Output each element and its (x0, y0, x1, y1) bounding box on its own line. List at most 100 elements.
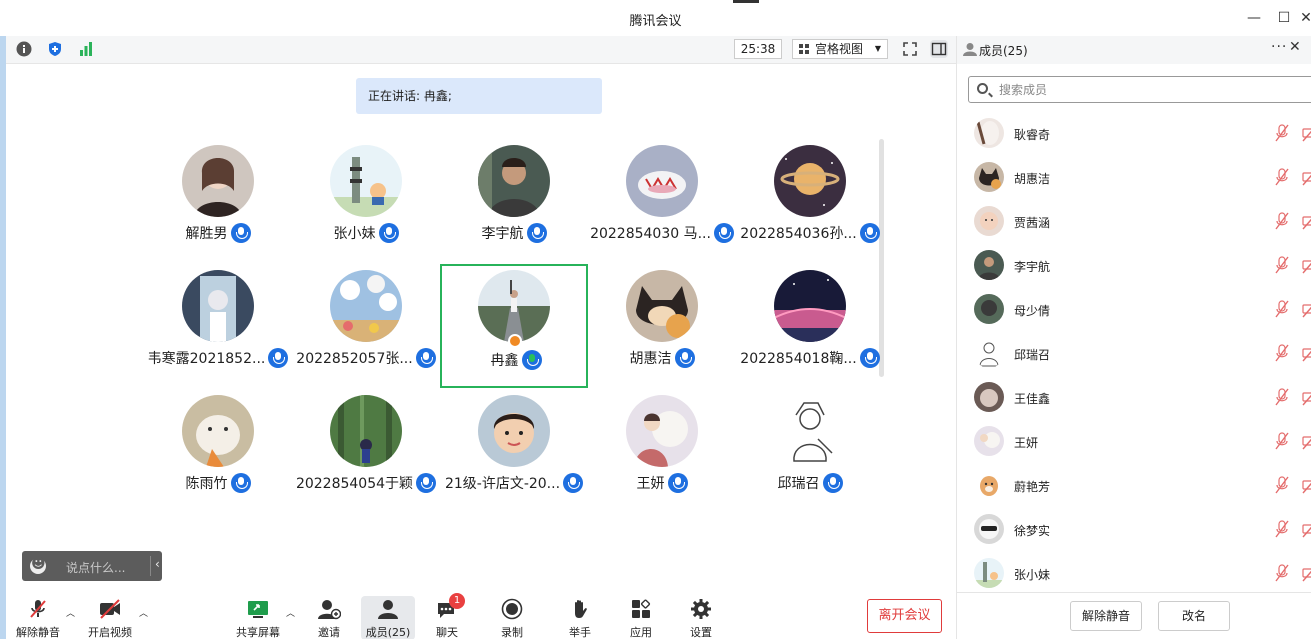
rename-button[interactable]: 改名 (1158, 601, 1230, 631)
chat-button[interactable]: 1 聊天 (432, 593, 465, 639)
member-avatar (974, 206, 1004, 236)
camera-off-icon[interactable] (1302, 124, 1311, 142)
member-name: 耿睿奇 (1014, 128, 1051, 142)
participant-avatar (774, 395, 846, 467)
members-button[interactable]: 成员(25) (361, 596, 415, 639)
member-row[interactable]: 耿睿奇 (957, 112, 1311, 156)
mic-muted-icon[interactable] (1275, 432, 1289, 450)
record-button[interactable]: 录制 (496, 598, 528, 639)
side-panel-toggle-icon[interactable] (930, 40, 948, 58)
view-mode-label: 宫格视图 (815, 42, 864, 56)
participant-tile[interactable]: 冉鑫 (440, 264, 588, 388)
participant-tile[interactable]: 2022852057张... (292, 264, 440, 388)
camera-off-icon[interactable] (1302, 432, 1311, 450)
camera-off-icon[interactable] (1302, 168, 1311, 186)
member-row[interactable]: 李宇航 (957, 244, 1311, 288)
unmute-all-button[interactable]: 解除静音 (1070, 601, 1142, 631)
participant-tile[interactable]: 陈雨竹 (144, 389, 292, 513)
member-row[interactable]: 邱瑞召 (957, 332, 1311, 376)
unmute-button[interactable]: 解除静音 (10, 598, 66, 639)
more-options-icon[interactable]: ··· (1271, 39, 1287, 55)
camera-off-icon[interactable] (1302, 344, 1311, 362)
camera-off-icon[interactable] (1302, 300, 1311, 318)
member-row[interactable]: 母少倩 (957, 288, 1311, 332)
member-row[interactable]: 蔚艳芳 (957, 464, 1311, 508)
member-row[interactable]: 徐梦实 (957, 508, 1311, 552)
maximize-button[interactable]: ☐ (1274, 8, 1294, 28)
video-options-chevron-icon[interactable]: ︿ (139, 606, 148, 619)
raise-hand-button[interactable]: 举手 (564, 598, 596, 639)
camera-off-icon[interactable] (1302, 256, 1311, 274)
invite-button[interactable]: 邀请 (310, 598, 348, 639)
participant-name: 李宇航 (481, 226, 524, 242)
member-row[interactable]: 胡惠洁 (957, 156, 1311, 200)
settings-button[interactable]: 设置 (686, 598, 716, 639)
mic-muted-icon[interactable] (1275, 476, 1289, 494)
participant-tile[interactable]: 2022854036孙... (736, 139, 884, 263)
participant-avatar (626, 270, 698, 342)
members-icon (361, 598, 415, 620)
participant-tile[interactable]: 2022854054于颖 (292, 389, 440, 513)
chat-label: 聊天 (436, 626, 458, 639)
members-icon (963, 43, 977, 56)
participant-tile[interactable]: 李宇航 (440, 139, 588, 263)
mic-muted-icon[interactable] (1275, 388, 1289, 406)
camera-off-icon[interactable] (1302, 388, 1311, 406)
host-badge-icon (508, 334, 522, 348)
share-screen-icon (234, 598, 282, 620)
participant-tile[interactable]: 韦寒露2021852... (144, 264, 292, 388)
participant-avatar (626, 145, 698, 217)
fullscreen-icon[interactable] (901, 40, 919, 58)
participant-tile[interactable]: 2022854018鞠... (736, 264, 884, 388)
share-screen-button[interactable]: 共享屏幕 (234, 598, 282, 639)
mic-muted-icon[interactable] (1275, 564, 1289, 582)
security-shield-icon[interactable] (46, 40, 64, 58)
participant-avatar (774, 145, 846, 217)
apps-button[interactable]: 应用 (626, 598, 656, 639)
camera-off-icon[interactable] (1302, 520, 1311, 538)
chevron-left-icon[interactable]: ‹ (155, 557, 160, 571)
close-window-button[interactable]: ✕ (1296, 8, 1311, 28)
chat-icon: 1 (435, 593, 465, 620)
share-options-chevron-icon[interactable]: ︿ (286, 606, 295, 619)
member-row[interactable]: 王妍 (957, 420, 1311, 464)
network-signal-icon[interactable] (77, 40, 95, 58)
participant-name-row: 陈雨竹 (138, 473, 298, 493)
member-search-input[interactable] (999, 81, 1299, 99)
participant-tile[interactable]: 王妍 (588, 389, 736, 513)
mic-muted-icon[interactable] (1275, 520, 1289, 538)
camera-off-icon[interactable] (1302, 476, 1311, 494)
mic-muted-icon[interactable] (1275, 256, 1289, 274)
participant-tile[interactable]: 张小妹 (292, 139, 440, 263)
member-row[interactable]: 张小妹 (957, 552, 1311, 596)
member-search-box[interactable] (968, 76, 1311, 103)
mic-muted-icon[interactable] (1275, 124, 1289, 142)
dropdown-caret-icon: ▼ (874, 44, 881, 53)
mic-muted-icon[interactable] (1275, 300, 1289, 318)
member-row[interactable]: 王佳鑫 (957, 376, 1311, 420)
participant-tile[interactable]: 胡惠洁 (588, 264, 736, 388)
camera-off-icon[interactable] (1302, 564, 1311, 582)
mic-muted-icon[interactable] (1275, 212, 1289, 230)
mic-status-icon (521, 350, 542, 370)
start-video-label: 开启视频 (88, 626, 132, 639)
leave-meeting-button[interactable]: 离开会议 (867, 599, 942, 633)
emoji-icon[interactable] (30, 556, 46, 574)
mic-muted-icon[interactable] (1275, 344, 1289, 362)
mic-muted-icon[interactable] (1275, 168, 1289, 186)
quick-chat-input[interactable]: 说点什么... ‹ (22, 551, 162, 581)
mic-status-icon (667, 473, 688, 493)
participant-tile[interactable]: 解胜男 (144, 139, 292, 263)
info-icon[interactable] (15, 40, 33, 58)
close-panel-icon[interactable]: ✕ (1289, 39, 1301, 55)
participant-tile[interactable]: 21级-许店文-20... (440, 389, 588, 513)
participant-tile[interactable]: 邱瑞召 (736, 389, 884, 513)
camera-off-icon[interactable] (1302, 212, 1311, 230)
minimize-button[interactable]: — (1244, 8, 1264, 28)
start-video-button[interactable]: 开启视频 (84, 598, 136, 639)
view-mode-dropdown[interactable]: 宫格视图 ▼ (792, 39, 888, 59)
participant-tile[interactable]: 2022854030 马... (588, 139, 736, 263)
chat-placeholder[interactable]: 说点什么... (66, 559, 125, 576)
audio-options-chevron-icon[interactable]: ︿ (66, 606, 75, 619)
member-row[interactable]: 贾茜涵 (957, 200, 1311, 244)
